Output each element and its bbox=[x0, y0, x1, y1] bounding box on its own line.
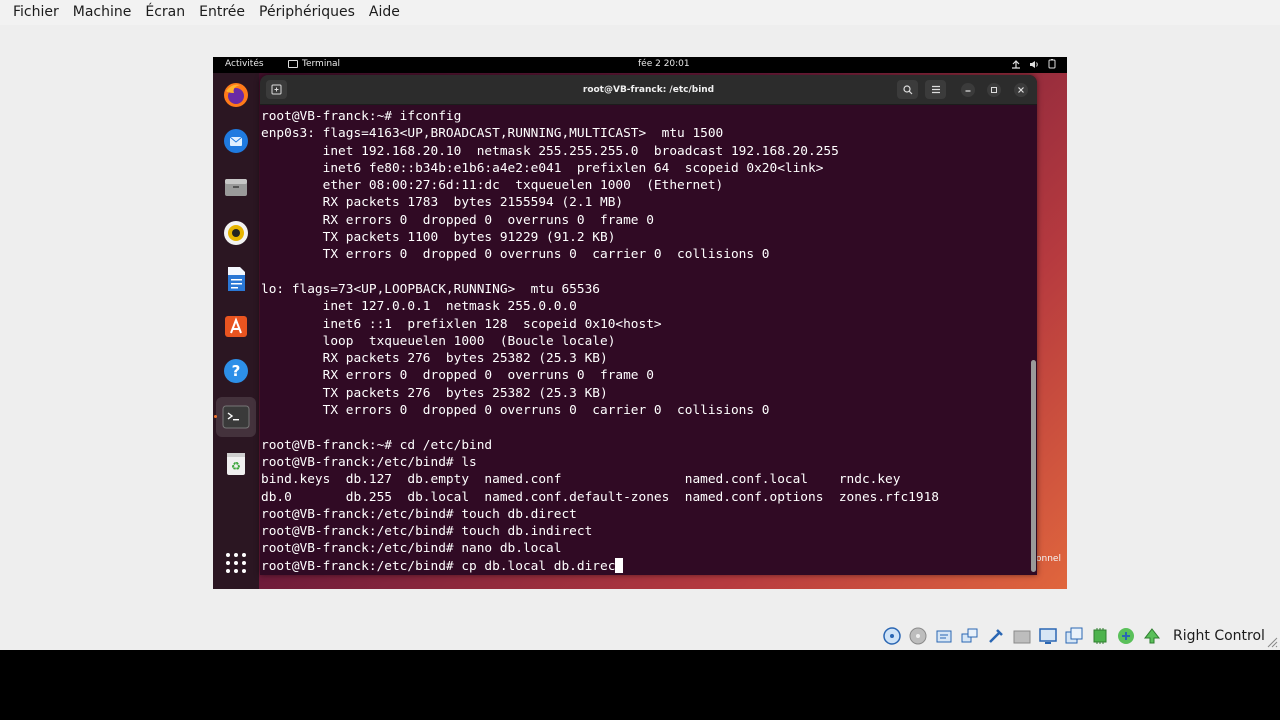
terminal-line: TX packets 1100 bytes 91229 (91.2 KB) bbox=[261, 230, 616, 246]
terminal-line: root@VB-franck:/etc/bind# touch db.indir… bbox=[261, 524, 593, 540]
terminal-line: RX errors 0 dropped 0 overruns 0 frame 0 bbox=[261, 212, 654, 228]
terminal-icon[interactable] bbox=[216, 397, 256, 437]
terminal-line: root@VB-franck:~# ifconfig bbox=[261, 109, 462, 124]
text-cursor bbox=[615, 557, 624, 573]
cpu-icon[interactable] bbox=[1089, 626, 1110, 647]
terminal-line: loop txqueuelen 1000 (Boucle locale) bbox=[261, 333, 616, 349]
search-button[interactable] bbox=[897, 80, 918, 99]
terminal-line: root@VB-franck:~# cd /etc/bind bbox=[261, 437, 493, 453]
terminal-line: bind.keys db.127 db.empty named.conf nam… bbox=[261, 472, 901, 488]
running-indicator bbox=[214, 415, 217, 418]
terminal-line: TX errors 0 dropped 0 overruns 0 carrier… bbox=[261, 403, 770, 419]
close-button[interactable] bbox=[1014, 83, 1028, 97]
terminal-line: RX errors 0 dropped 0 overruns 0 frame 0 bbox=[261, 368, 654, 384]
network-icon bbox=[1012, 59, 1020, 69]
terminal-window[interactable]: root@VB-franck: /etc/bind root@VB-franck… bbox=[260, 75, 1037, 575]
writer-icon[interactable] bbox=[220, 263, 252, 295]
system-tray[interactable] bbox=[1011, 59, 1057, 69]
help-icon[interactable]: ? bbox=[220, 355, 252, 387]
terminal-line: lo: flags=73<UP,LOOPBACK,RUNNING> mtu 65… bbox=[261, 281, 600, 297]
terminal-header-bar[interactable]: root@VB-franck: /etc/bind bbox=[260, 75, 1037, 105]
terminal-mini-icon bbox=[288, 60, 298, 68]
minimize-button[interactable] bbox=[961, 83, 975, 97]
terminal-line: inet6 ::1 prefixlen 128 scopeid 0x10<hos… bbox=[261, 316, 662, 332]
trash-icon[interactable]: ♻ bbox=[220, 447, 252, 479]
svg-text:♻: ♻ bbox=[231, 460, 241, 473]
video-capture-icon[interactable] bbox=[1063, 626, 1084, 647]
menu-ecran[interactable]: Écran bbox=[138, 0, 192, 25]
search-icon bbox=[902, 84, 912, 94]
menu-peripheriques[interactable]: Périphériques bbox=[252, 0, 362, 25]
terminal-line: enp0s3: flags=4163<UP,BROADCAST,RUNNING,… bbox=[261, 126, 724, 142]
vbox-statusbar: Right Control bbox=[0, 622, 1280, 650]
terminal-line: inet 127.0.0.1 netmask 255.0.0.0 bbox=[261, 299, 577, 315]
terminal-title: root@VB-franck: /etc/bind bbox=[582, 85, 715, 95]
current-command: root@VB-franck:/etc/bind# cp db.local db… bbox=[261, 558, 616, 574]
minimize-icon bbox=[965, 90, 971, 92]
resize-grip-icon[interactable] bbox=[1266, 636, 1278, 648]
network-icon[interactable] bbox=[959, 626, 980, 647]
audio-icon[interactable] bbox=[933, 626, 954, 647]
guest-screen[interactable]: Activités Terminal fée 2 20:01 ? ♻ onnel… bbox=[213, 57, 1067, 589]
terminal-line: root@VB-franck:/etc/bind# nano db.local bbox=[261, 541, 562, 557]
menu-button[interactable] bbox=[925, 80, 946, 99]
keyboard-icon[interactable] bbox=[1141, 626, 1162, 647]
terminal-scrollbar[interactable] bbox=[1031, 360, 1036, 572]
show-apps-icon[interactable] bbox=[220, 547, 252, 579]
terminal-line: RX packets 1783 bytes 2155594 (2.1 MB) bbox=[261, 195, 624, 211]
virtualbox-window: Fichier Machine Écran Entrée Périphériqu… bbox=[0, 0, 1280, 650]
focused-app-menu[interactable]: Terminal bbox=[288, 59, 340, 69]
terminal-line: root@VB-franck:/etc/bind# ls bbox=[261, 454, 477, 470]
close-icon bbox=[1018, 87, 1024, 93]
hard-disk-icon[interactable] bbox=[881, 626, 902, 647]
terminal-line: ether 08:00:27:6d:11:dc txqueuelen 1000 … bbox=[261, 178, 724, 194]
gnome-top-bar: Activités Terminal fée 2 20:01 bbox=[213, 57, 1067, 73]
shared-folder-icon[interactable] bbox=[1011, 626, 1032, 647]
rhythmbox-icon[interactable] bbox=[220, 217, 252, 249]
display-icon[interactable] bbox=[1037, 626, 1058, 647]
terminal-line: TX packets 276 bytes 25382 (25.3 KB) bbox=[261, 385, 608, 401]
terminal-line: db.0 db.255 db.local named.conf.default-… bbox=[261, 489, 939, 505]
svg-text:?: ? bbox=[232, 362, 241, 380]
hamburger-icon bbox=[931, 85, 940, 94]
maximize-icon bbox=[991, 87, 997, 93]
thunderbird-icon[interactable] bbox=[220, 125, 252, 157]
menu-entree[interactable]: Entrée bbox=[192, 0, 252, 25]
files-icon[interactable] bbox=[220, 171, 252, 203]
terminal-line: RX packets 276 bytes 25382 (25.3 KB) bbox=[261, 351, 608, 367]
firefox-icon[interactable] bbox=[220, 79, 252, 111]
app-center-icon[interactable] bbox=[220, 309, 252, 341]
vbox-menubar: Fichier Machine Écran Entrée Périphériqu… bbox=[0, 0, 1280, 25]
terminal-line: inet6 fe80::b34b:e1b6:a4e2:e041 prefixle… bbox=[261, 160, 824, 176]
menu-fichier[interactable]: Fichier bbox=[6, 0, 66, 25]
focused-app-label: Terminal bbox=[302, 59, 341, 69]
maximize-button[interactable] bbox=[987, 83, 1001, 97]
clock[interactable]: fée 2 20:01 bbox=[638, 59, 690, 69]
vbox-status-icons: Right Control bbox=[881, 624, 1265, 648]
optical-drive-icon[interactable] bbox=[907, 626, 928, 647]
ubuntu-dock: ? ♻ bbox=[213, 73, 259, 589]
terminal-line: inet 192.168.20.10 netmask 255.255.255.0… bbox=[261, 143, 839, 159]
desktop-label: onnel bbox=[1036, 554, 1061, 564]
terminal-prompt-line[interactable]: root@VB-franck:/etc/bind# cp db.local db… bbox=[261, 557, 1031, 575]
menu-aide[interactable]: Aide bbox=[362, 0, 407, 25]
usb-icon[interactable] bbox=[985, 626, 1006, 647]
battery-icon bbox=[1048, 59, 1056, 69]
terminal-line: root@VB-franck:/etc/bind# touch db.direc… bbox=[261, 506, 577, 522]
menu-machine[interactable]: Machine bbox=[66, 0, 139, 25]
mouse-integration-icon[interactable] bbox=[1115, 626, 1136, 647]
host-key-label: Right Control bbox=[1173, 628, 1265, 644]
terminal-output[interactable]: root@VB-franck:~# ifconfig enp0s3: flags… bbox=[261, 107, 1031, 575]
activities-button[interactable]: Activités bbox=[225, 59, 264, 69]
volume-icon bbox=[1030, 60, 1038, 68]
terminal-line: TX errors 0 dropped 0 overruns 0 carrier… bbox=[261, 247, 770, 263]
